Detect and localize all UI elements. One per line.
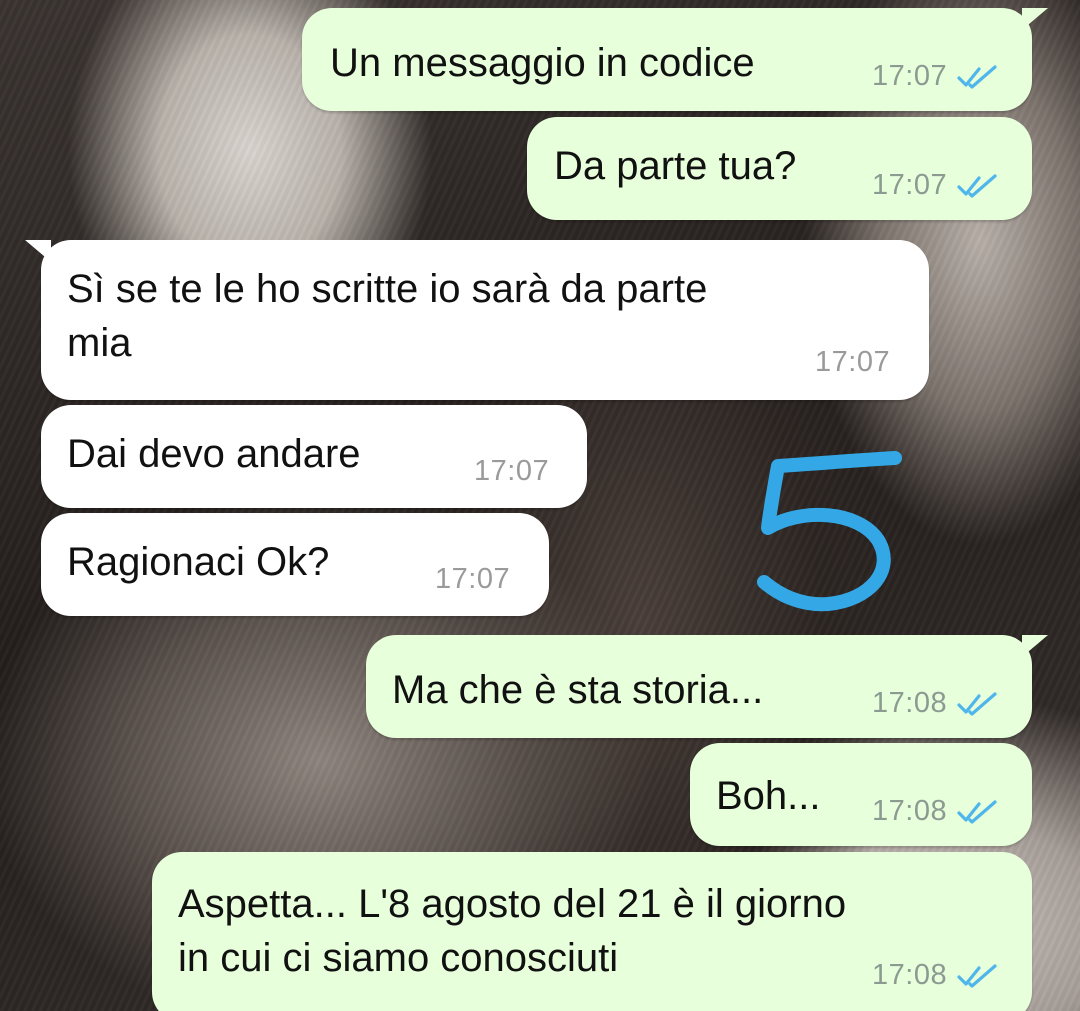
- double-check-icon: [957, 963, 997, 988]
- message-text: Ragionaci Ok?: [67, 540, 330, 584]
- double-check-icon: [957, 173, 997, 198]
- message-text: Ma che è sta storia...: [392, 668, 764, 712]
- message-time: 17:08: [872, 795, 948, 827]
- message-text: Sì se te le ho scritte io sarà da parte …: [67, 267, 708, 365]
- message-text: Aspetta... L'8 agosto del 21 è il giorno…: [178, 882, 847, 980]
- message-time: 17:07: [872, 60, 948, 92]
- message-bubble-outgoing[interactable]: Boh... 17:08: [690, 743, 1032, 846]
- message-bubble-incoming[interactable]: Sì se te le ho scritte io sarà da parte …: [25, 240, 929, 400]
- message-time: 17:07: [435, 563, 511, 595]
- message-time: 17:07: [474, 455, 550, 487]
- bubble-tail: [25, 240, 51, 262]
- double-check-icon: [957, 799, 997, 824]
- message-meta: 17:07: [435, 563, 510, 596]
- handwritten-five-drawing: 5: [740, 440, 902, 612]
- double-check-icon: [957, 691, 997, 716]
- message-bubble-outgoing[interactable]: Da parte tua? 17:07: [527, 117, 1032, 220]
- message-text: Boh...: [716, 774, 821, 818]
- message-text: Dai devo andare: [67, 432, 361, 476]
- message-meta: 17:08: [872, 687, 999, 720]
- message-time: 17:08: [872, 687, 948, 719]
- message-bubble-outgoing[interactable]: Un messaggio in codice 17:07: [302, 8, 1048, 111]
- message-bubble-incoming[interactable]: Ragionaci Ok? 17:07: [41, 513, 549, 616]
- message-bubble-outgoing[interactable]: Ma che è sta storia... 17:08: [366, 635, 1048, 738]
- message-meta: 17:07: [872, 60, 999, 93]
- message-time: 17:08: [872, 959, 948, 991]
- bubble-tail: [1022, 8, 1048, 30]
- message-bubble-incoming[interactable]: Dai devo andare 17:07: [41, 405, 587, 508]
- message-meta: 17:07: [815, 346, 890, 379]
- message-time: 17:07: [872, 169, 948, 201]
- drawing-label: 5: [740, 440, 741, 441]
- bubble-tail: [1022, 635, 1048, 657]
- message-text: Un messaggio in codice: [330, 41, 755, 85]
- message-bubble-outgoing[interactable]: Aspetta... L'8 agosto del 21 è il giorno…: [152, 852, 1032, 1011]
- message-meta: 17:08: [872, 795, 999, 828]
- double-check-icon: [957, 64, 997, 89]
- message-meta: 17:07: [474, 455, 549, 488]
- message-meta: 17:07: [872, 169, 999, 202]
- message-time: 17:07: [815, 346, 891, 378]
- message-meta: 17:08: [872, 959, 999, 992]
- message-text: Da parte tua?: [554, 144, 797, 188]
